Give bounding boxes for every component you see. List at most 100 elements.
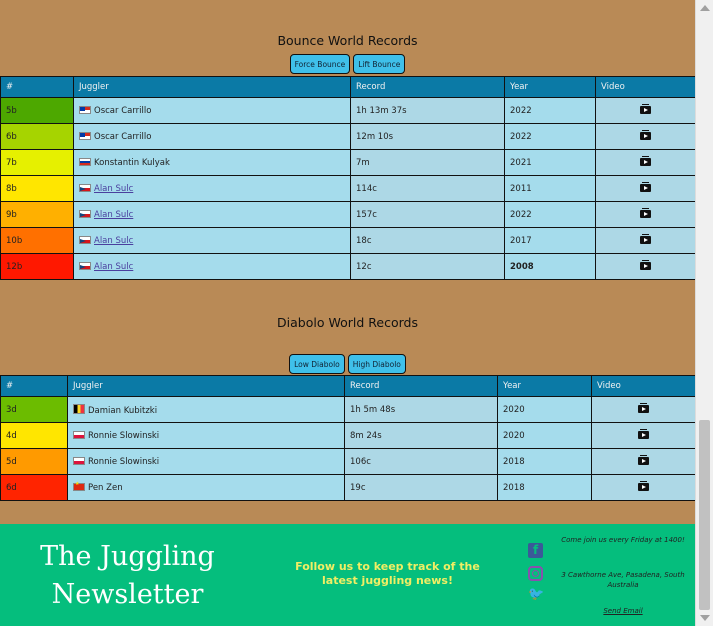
video-icon[interactable] [640,104,651,114]
send-email-link[interactable]: Send Email [560,606,686,616]
tab-low-diabolo[interactable]: Low Diabolo [289,354,345,374]
flag-ru-icon [79,157,91,166]
newsletter-title: The Juggling Newsletter [40,541,215,610]
col-header-year: Year [497,375,592,397]
record-cell: 8m 24s [344,422,498,449]
video-icon[interactable] [640,130,651,140]
col-header-juggler: Juggler [73,76,351,98]
table-header-row: # Juggler Record Year Video [0,76,696,98]
juggler-name: Pen Zen [88,482,123,493]
record-cell: 19c [344,474,498,501]
difficulty-cell: 4d [0,422,68,449]
table-header-row: # Juggler Record Year Video [0,375,696,397]
difficulty-cell: 10b [0,227,74,254]
table-row: 3d Damian Kubitzki 1h 5m 48s 2020 [0,396,696,423]
juggler-cell: Pen Zen [67,474,345,501]
instagram-icon[interactable] [528,566,543,581]
table-row: 12b Alan Sulc 12c 2008 [0,253,696,280]
record-cell: 18c [350,227,505,254]
facebook-icon[interactable] [528,543,543,558]
juggler-link[interactable]: Alan Sulc [94,262,133,272]
juggler-name: Ronnie Slowinski [88,456,160,467]
difficulty-cell: 12b [0,253,74,280]
difficulty-cell: 6d [0,474,68,501]
table-row: 9b Alan Sulc 157c 2022 [0,201,696,228]
col-header-rank: # [0,375,68,397]
video-cell [595,227,696,254]
tab-force-bounce[interactable]: Force Bounce [289,54,351,74]
diabolo-records-table: # Juggler Record Year Video 3d Damian Kub… [0,375,696,501]
juggler-name: Ronnie Slowinski [88,430,160,441]
tab-high-diabolo[interactable]: High Diabolo [347,354,406,374]
year-cell: 2011 [504,175,596,202]
video-icon[interactable] [640,208,651,218]
vertical-scrollbar[interactable] [695,0,713,626]
diabolo-tab-row: Low Diabolo High Diabolo [0,354,695,374]
juggler-name: Oscar Carrillo [94,131,152,142]
video-icon[interactable] [638,403,649,413]
record-cell: 114c [350,175,505,202]
video-icon[interactable] [638,455,649,465]
difficulty-cell: 5d [0,448,68,475]
juggler-link[interactable]: Alan Sulc [94,210,133,220]
record-cell: 12m 10s [350,123,505,150]
scrollbar-thumb[interactable] [699,420,710,610]
year-cell: 2017 [504,227,596,254]
video-icon[interactable] [640,182,651,192]
record-cell: 7m [350,149,505,176]
difficulty-cell: 6b [0,123,74,150]
record-cell: 106c [344,448,498,475]
flag-cl-icon [79,105,91,114]
newsletter-footer: The Juggling Newsletter Follow us to kee… [0,524,695,626]
year-cell: 2018 [497,474,592,501]
follow-text: Follow us to keep track of the latest ju… [295,560,480,587]
table-row: 5b Oscar Carrillo 1h 13m 37s 2022 [0,97,696,124]
col-header-record: Record [350,76,505,98]
flag-cz-icon [79,261,91,270]
juggler-cell: Alan Sulc [73,175,351,202]
bounce-table-body: 5b Oscar Carrillo 1h 13m 37s 2022 6b Oscar Ca… [0,97,696,280]
flag-cl-icon [79,131,91,140]
juggler-cell: Alan Sulc [73,253,351,280]
record-cell: 157c [350,201,505,228]
video-cell [595,175,696,202]
juggler-cell: Alan Sulc [73,201,351,228]
scroll-up-arrow-icon[interactable] [700,5,710,11]
juggler-cell: Oscar Carrillo [73,97,351,124]
col-header-year: Year [504,76,596,98]
video-cell [591,474,696,501]
meeting-time-text: Come join us every Friday at 1400! [561,536,685,544]
year-cell: 2020 [497,422,592,449]
bounce-records-table: # Juggler Record Year Video 5b Oscar Carr… [0,76,696,280]
video-icon[interactable] [638,481,649,491]
col-header-rank: # [0,76,74,98]
flag-pl-icon [73,430,85,439]
year-cell: 2022 [504,97,596,124]
address-text: 3 Cawthorne Ave, Pasadena, South Austral… [561,571,685,589]
table-row: 5d Ronnie Slowinski 106c 2018 [0,448,696,475]
video-cell [591,422,696,449]
flag-cz-icon [79,235,91,244]
juggler-link[interactable]: Alan Sulc [94,184,133,194]
tab-lift-bounce[interactable]: Lift Bounce [353,54,406,74]
col-header-record: Record [344,375,498,397]
video-icon[interactable] [640,234,651,244]
juggler-link[interactable]: Alan Sulc [94,236,133,246]
video-icon[interactable] [640,156,651,166]
col-header-video: Video [591,375,696,397]
video-cell [595,201,696,228]
video-cell [591,396,696,423]
video-icon[interactable] [638,429,649,439]
scroll-down-arrow-icon[interactable] [700,615,710,621]
juggler-cell: Damian Kubitzki [67,396,345,423]
video-icon[interactable] [640,260,651,270]
twitter-icon[interactable] [528,587,544,604]
flag-be-icon [73,403,85,414]
table-row: 7b Konstantin Kulyak 7m 2021 [0,149,696,176]
bounce-section-title: Bounce World Records [277,33,418,48]
year-cell: 2022 [504,123,596,150]
year-cell: 2022 [504,201,596,228]
year-cell: 2018 [497,448,592,475]
flag-cn-icon [73,481,85,491]
record-cell: 12c [350,253,505,280]
